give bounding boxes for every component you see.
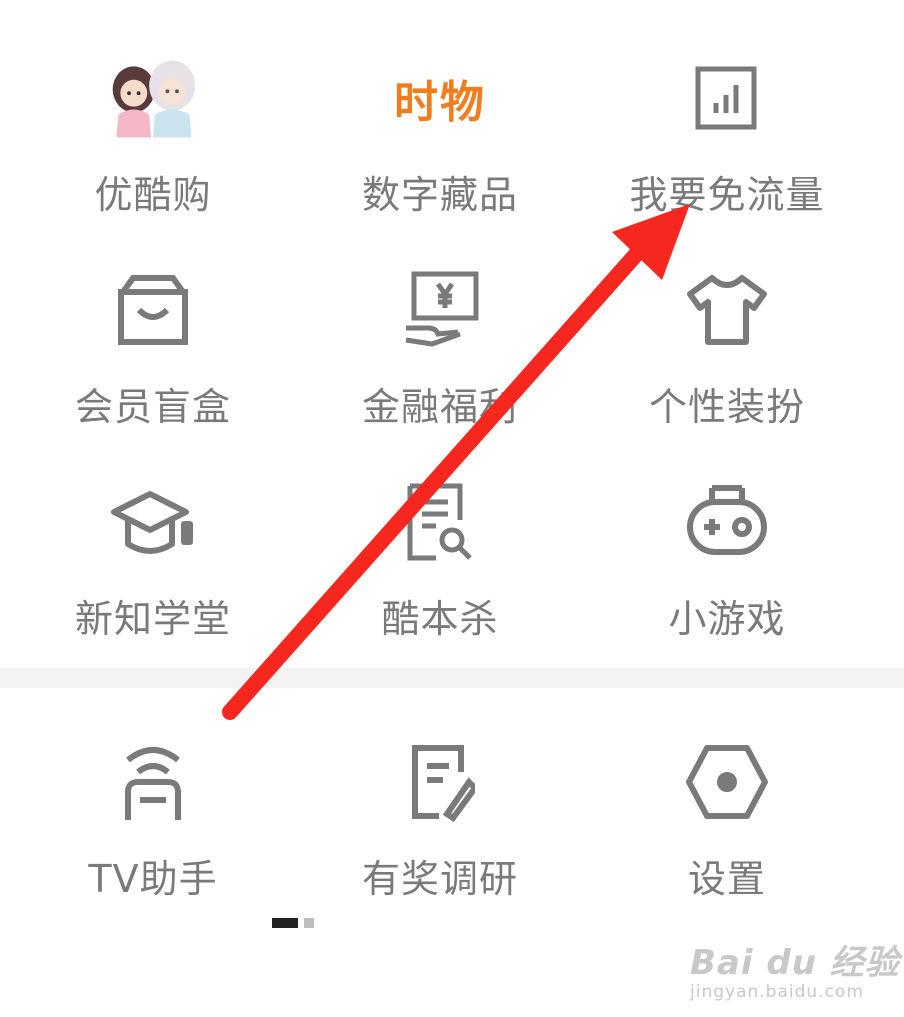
grid-item-label: 会员盲盒 xyxy=(74,385,231,429)
grid-item-label: 优酷购 xyxy=(94,173,212,217)
mystery-box-icon xyxy=(105,262,201,358)
grid-item-label: 酷本杀 xyxy=(381,597,499,641)
grid-item-label: 我要免流量 xyxy=(629,173,825,217)
logo-text: 时物 xyxy=(394,77,486,128)
grid-item-label: 金融福利 xyxy=(361,385,518,429)
grid-item-knowledge-school[interactable]: 新知学堂 xyxy=(8,444,298,644)
grid-item-label: 新知学堂 xyxy=(74,597,231,641)
page-dot[interactable] xyxy=(304,918,314,928)
script-search-icon xyxy=(392,474,488,570)
grid-item-label: 设置 xyxy=(687,857,766,901)
grid-item-label: 小游戏 xyxy=(668,597,786,641)
grid-item-personalize[interactable]: 个性装扮 xyxy=(582,232,872,432)
grid-item-free-data[interactable]: 我要免流量 xyxy=(582,20,872,220)
page-indicator[interactable] xyxy=(272,918,314,928)
survey-edit-icon xyxy=(392,734,488,830)
grid-item-label: 有奖调研 xyxy=(361,857,518,901)
data-bars-icon xyxy=(679,50,775,146)
watermark-title: Bai du 经验 xyxy=(690,943,900,983)
grid-item-script-game[interactable]: 酷本杀 xyxy=(295,444,585,644)
grid-item-member-box[interactable]: 会员盲盒 xyxy=(8,232,298,432)
watermark-url: jingyan.baidu.com xyxy=(690,982,864,1002)
grid-item-mini-games[interactable]: 小游戏 xyxy=(582,444,872,644)
characters-avatar-icon xyxy=(105,50,201,146)
grid-item-label: TV助手 xyxy=(88,857,218,901)
tshirt-icon xyxy=(679,262,775,358)
page-dot-active[interactable] xyxy=(272,918,298,928)
grid-item-label: 数字藏品 xyxy=(361,173,518,217)
grid-item-digital-collection[interactable]: 时物 数字藏品 xyxy=(295,20,585,220)
grid-item-finance[interactable]: 金融福利 xyxy=(295,232,585,432)
finance-screen-icon xyxy=(392,262,488,358)
graduation-cap-icon xyxy=(105,474,201,570)
grid-item-survey[interactable]: 有奖调研 xyxy=(295,706,585,906)
grid-item-settings[interactable]: 设置 xyxy=(582,706,872,906)
tv-cast-icon xyxy=(105,734,201,830)
grid-item-youku-shop[interactable]: 优酷购 xyxy=(8,20,298,220)
baidu-watermark: Bai du 经验 jingyan.baidu.com xyxy=(690,935,900,1002)
hexagon-settings-icon xyxy=(679,734,775,830)
grid-item-tv-assistant[interactable]: TV助手 xyxy=(8,706,298,906)
digital-collection-logo-icon: 时物 xyxy=(392,50,488,146)
grid-item-label: 个性装扮 xyxy=(648,385,805,429)
section-divider xyxy=(0,668,904,688)
gamepad-icon xyxy=(679,474,775,570)
